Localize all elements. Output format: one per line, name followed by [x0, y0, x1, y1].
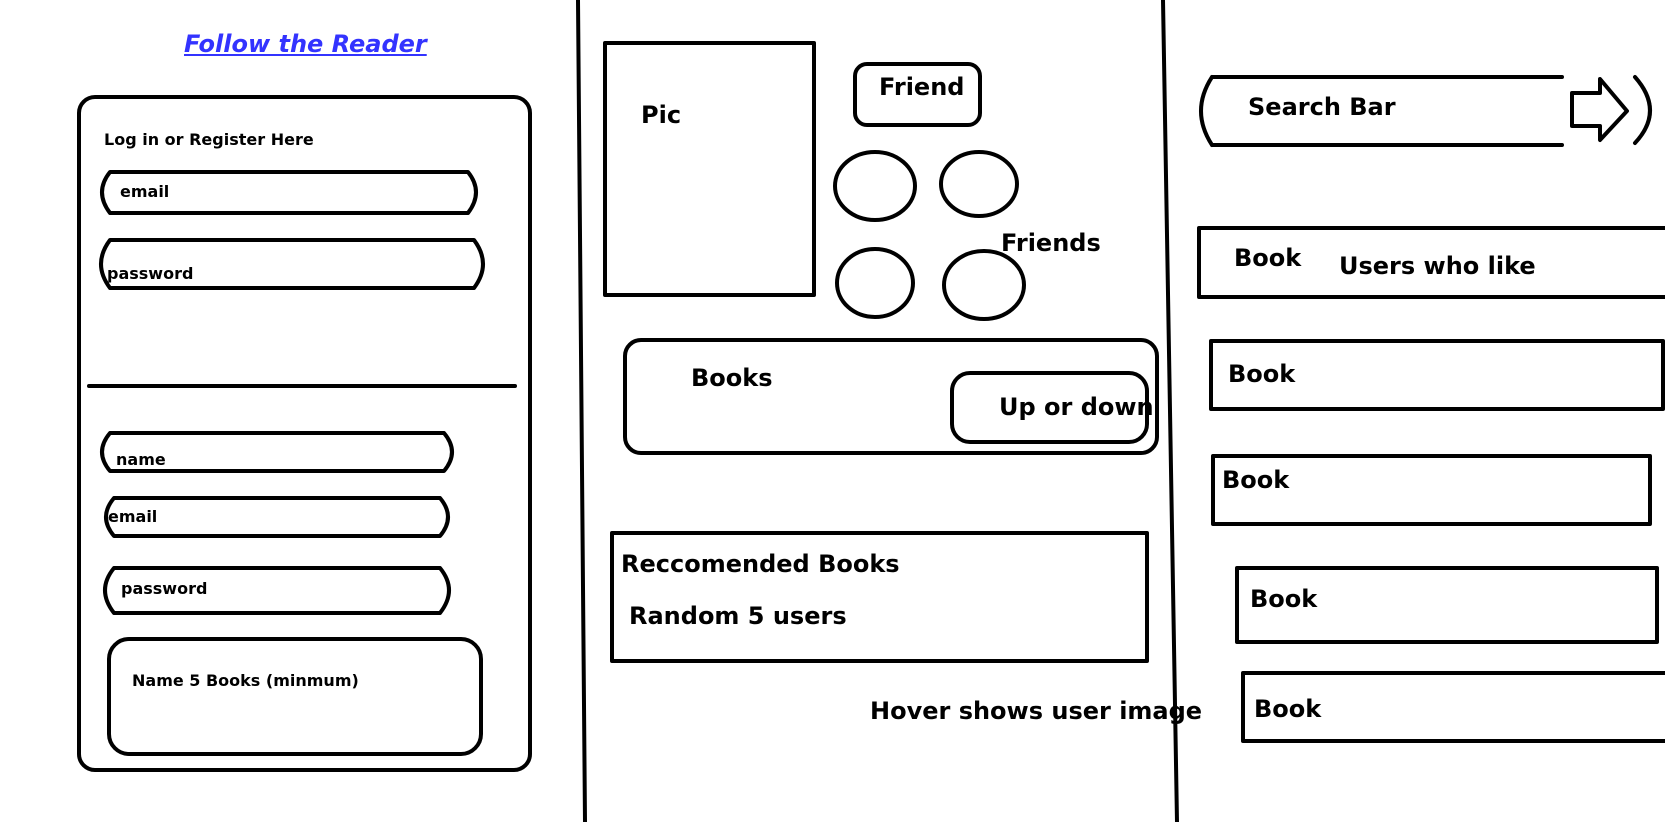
friends-label: Friends: [1001, 229, 1101, 257]
column-divider-left: [576, 0, 587, 822]
recommended-title: Reccomended Books: [621, 550, 900, 578]
book-row-4-label: Book: [1250, 585, 1318, 613]
book-row-2[interactable]: Book: [1211, 341, 1663, 409]
random-users-link[interactable]: Random 5 users: [629, 602, 847, 630]
register-name-field[interactable]: name: [94, 433, 460, 471]
register-password-placeholder: password: [121, 579, 208, 598]
register-name-placeholder: name: [116, 450, 166, 469]
profile-pic-frame: [603, 41, 816, 297]
favorite-books-textarea[interactable]: Name 5 Books (minmum): [109, 639, 481, 754]
friend-avatar-3-target[interactable]: [837, 249, 913, 317]
arrow-right-icon[interactable]: [1570, 77, 1632, 143]
book-row-3[interactable]: Book: [1213, 456, 1650, 524]
login-password-placeholder: password: [107, 264, 194, 283]
friend-avatar-4-target[interactable]: [944, 251, 1024, 319]
book-row-1-label: Book: [1234, 244, 1302, 272]
register-email-placeholder: email: [108, 507, 158, 526]
book-row-2-label: Book: [1228, 360, 1296, 388]
search-placeholder: Search Bar: [1248, 93, 1396, 121]
book-row-4[interactable]: Book: [1237, 568, 1657, 642]
friend-avatar-2-target[interactable]: [941, 152, 1017, 216]
book-row-5-label: Book: [1254, 695, 1322, 723]
friend-avatar-1-target[interactable]: [835, 152, 915, 220]
friend-button[interactable]: Friend: [855, 64, 980, 125]
book-row-3-label: Book: [1222, 466, 1290, 494]
login-heading: Log in or Register Here: [104, 130, 314, 149]
books-label: Books: [691, 364, 773, 392]
book-row-1[interactable]: Book Users who like: [1199, 228, 1665, 297]
search-bar-end: [1633, 75, 1652, 145]
hover-note: Hover shows user image: [870, 697, 1203, 725]
wireframe-canvas: Follow the Reader Log in or Register Her…: [0, 0, 1665, 822]
book-row-5[interactable]: Book: [1243, 673, 1665, 741]
book-row-1-note: Users who like: [1339, 252, 1536, 280]
login-email-field[interactable]: email: [94, 172, 482, 213]
login-email-placeholder: email: [120, 182, 170, 201]
login-password-field[interactable]: password: [92, 240, 492, 288]
app-title[interactable]: Follow the Reader: [184, 30, 427, 58]
search-input[interactable]: Search Bar: [1198, 77, 1562, 145]
favorite-books-placeholder: Name 5 Books (minmum): [132, 671, 359, 690]
register-email-field[interactable]: email: [98, 498, 456, 536]
friend-button-label: Friend: [879, 73, 965, 101]
vote-button-label: Up or down: [999, 393, 1154, 421]
profile-pic-label: Pic: [641, 101, 682, 129]
register-password-field[interactable]: password: [96, 568, 458, 613]
vote-button[interactable]: Up or down: [952, 373, 1154, 442]
